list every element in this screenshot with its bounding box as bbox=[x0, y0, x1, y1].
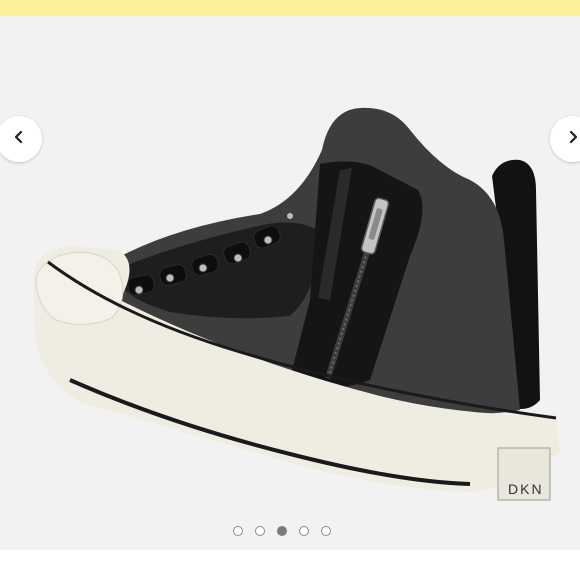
slide-dot-1[interactable] bbox=[233, 526, 243, 536]
chevron-right-icon bbox=[566, 130, 580, 149]
chevron-left-icon bbox=[12, 130, 26, 149]
slide-dot-5[interactable] bbox=[321, 526, 331, 536]
product-image: DKN bbox=[34, 107, 560, 501]
promo-banner bbox=[0, 0, 580, 16]
slide-dot-4[interactable] bbox=[299, 526, 309, 536]
slide-dot-3[interactable] bbox=[277, 526, 287, 536]
slide-indicators bbox=[233, 526, 331, 536]
slide-dot-2[interactable] bbox=[255, 526, 265, 536]
page-content-below bbox=[0, 550, 580, 580]
svg-text:DKN: DKN bbox=[508, 481, 544, 497]
